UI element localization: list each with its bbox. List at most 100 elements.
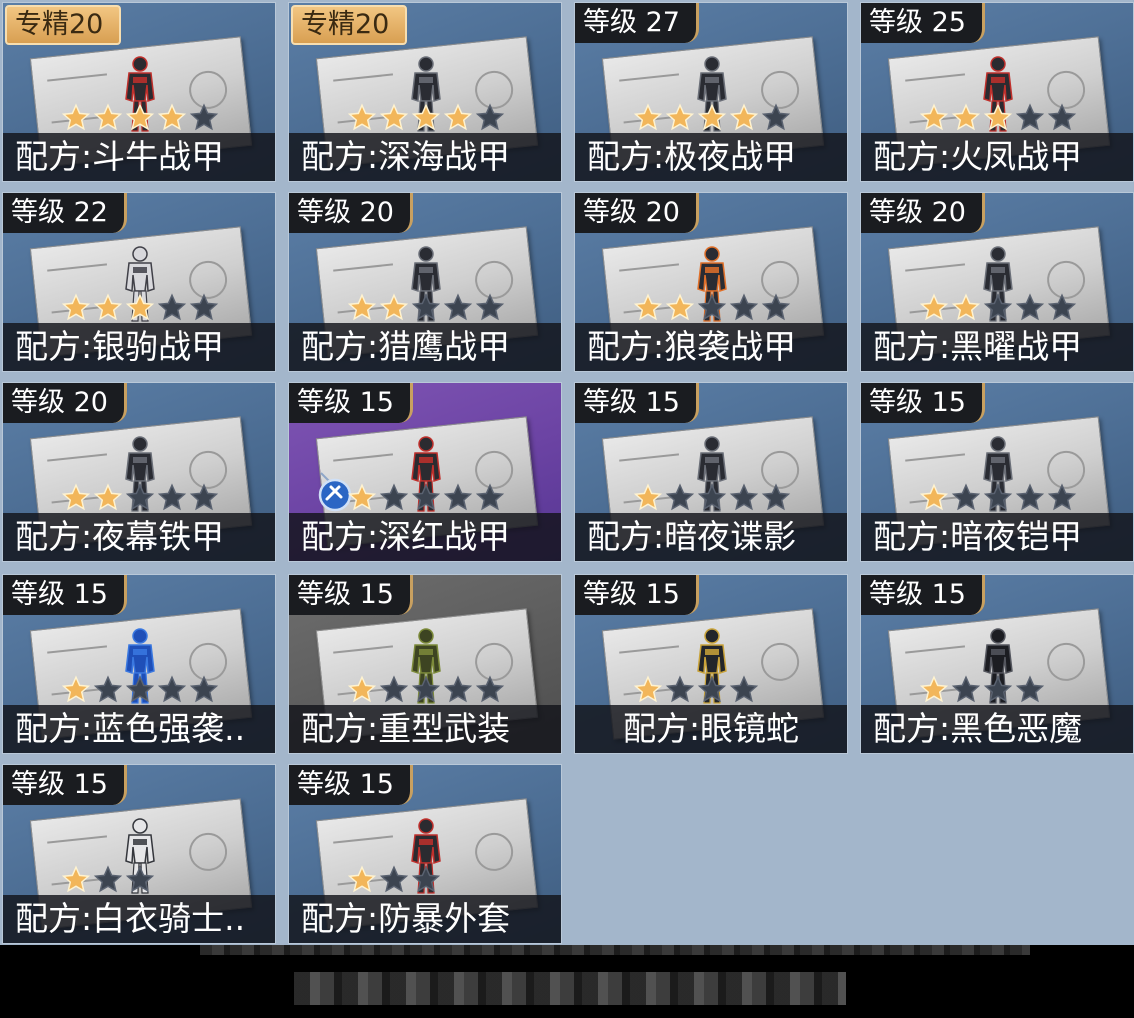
star-rating [919,483,1077,513]
level-badge: 等级 25 [861,3,985,43]
star-empty-icon [761,103,791,133]
level-badge: 等级 15 [575,383,699,423]
star-filled-icon [61,483,91,513]
blurred-caption [294,972,846,1005]
blueprint-name: 配方:黑色恶魔 [861,705,1133,753]
blueprint-name: 配方:火凤战甲 [861,133,1133,181]
star-rating [633,483,791,513]
star-rating [61,103,219,133]
blueprint-card[interactable]: 等级 15 配方:黑色恶魔 [860,574,1134,754]
star-rating [919,293,1077,323]
star-rating [61,293,219,323]
star-filled-icon [93,483,123,513]
star-empty-icon [665,483,695,513]
star-filled-icon [633,103,663,133]
blueprint-grid: 专精20 配方:斗牛战甲 专精20 配方:深海战甲 等级 27 配方:极夜战甲 等级 25 配… [0,0,1134,945]
star-filled-icon [125,293,155,323]
blueprint-card[interactable]: 等级 15 配方:蓝色强袭.. [2,574,276,754]
star-empty-icon [189,675,219,705]
blueprint-name: 配方:暗夜铠甲 [861,513,1133,561]
star-filled-icon [919,103,949,133]
star-empty-icon [729,293,759,323]
star-filled-icon [633,675,663,705]
star-filled-icon [379,293,409,323]
star-empty-icon [125,483,155,513]
star-rating [633,103,791,133]
star-filled-icon [347,675,377,705]
blueprint-card[interactable]: 等级 20 配方:猎鹰战甲 [288,192,562,372]
blueprint-card[interactable]: 等级 20 配方:黑曜战甲 [860,192,1134,372]
blueprint-card[interactable]: 等级 15 配方:暗夜铠甲 [860,382,1134,562]
level-badge: 等级 15 [289,575,413,615]
star-filled-icon [665,293,695,323]
level-badge: 等级 15 [3,575,127,615]
blueprint-card[interactable]: 等级 15 配方:暗夜谍影 [574,382,848,562]
star-filled-icon [983,103,1013,133]
star-rating [919,675,1045,705]
blueprint-card[interactable]: 等级 15 配方:重型武装 [288,574,562,754]
blueprint-card[interactable]: 等级 25 配方:火凤战甲 [860,2,1134,182]
star-empty-icon [697,293,727,323]
blueprint-name: 配方:狼袭战甲 [575,323,847,371]
star-rating [347,293,505,323]
star-filled-icon [697,103,727,133]
star-filled-icon [951,293,981,323]
star-filled-icon [347,483,377,513]
blueprint-name: 配方:深红战甲 [289,513,561,561]
blueprint-card[interactable]: 等级 15 配方:眼镜蛇 [574,574,848,754]
star-rating [61,483,219,513]
star-empty-icon [1015,483,1045,513]
star-empty-icon [157,293,187,323]
level-badge: 专精20 [5,5,122,45]
star-empty-icon [1047,293,1077,323]
star-empty-icon [1015,293,1045,323]
level-badge: 等级 27 [575,3,699,43]
star-filled-icon [125,103,155,133]
star-filled-icon [157,103,187,133]
star-filled-icon [951,103,981,133]
blueprint-card[interactable]: 等级 20 配方:夜幕铁甲 [2,382,276,562]
blueprint-name: 配方:蓝色强袭.. [3,705,275,753]
blueprint-name: 配方:防暴外套 [289,895,561,943]
level-badge: 等级 20 [289,193,413,233]
blueprint-name: 配方:夜幕铁甲 [3,513,275,561]
blueprint-card[interactable]: 等级 20 配方:狼袭战甲 [574,192,848,372]
star-empty-icon [379,675,409,705]
star-empty-icon [729,675,759,705]
star-filled-icon [61,675,91,705]
star-rating [633,293,791,323]
star-empty-icon [125,675,155,705]
star-filled-icon [61,293,91,323]
star-empty-icon [697,483,727,513]
star-empty-icon [1015,103,1045,133]
blueprint-card[interactable]: 专精20 配方:深海战甲 [288,2,562,182]
star-empty-icon [411,483,441,513]
blueprint-card[interactable]: 等级 15 配方:防暴外套 [288,764,562,944]
star-filled-icon [919,483,949,513]
blueprint-card[interactable]: 等级 27 配方:极夜战甲 [574,2,848,182]
level-badge: 等级 15 [3,765,127,805]
blueprint-card[interactable]: 等级 15 配方:白衣骑士.. [2,764,276,944]
star-rating [633,675,759,705]
blueprint-card[interactable]: 专精20 配方:斗牛战甲 [2,2,276,182]
star-empty-icon [379,483,409,513]
star-filled-icon [93,103,123,133]
blueprint-card[interactable]: 等级 15 配方:深红战甲 [288,382,562,562]
star-empty-icon [983,483,1013,513]
star-rating [347,483,505,513]
blueprint-name: 配方:眼镜蛇 [575,705,847,753]
star-filled-icon [665,103,695,133]
blurred-strip [200,945,1030,955]
star-empty-icon [983,675,1013,705]
star-empty-icon [475,293,505,323]
star-empty-icon [411,865,441,895]
level-badge: 等级 15 [575,575,699,615]
blueprint-name: 配方:极夜战甲 [575,133,847,181]
star-filled-icon [633,483,663,513]
star-empty-icon [189,103,219,133]
blueprint-name: 配方:重型武装 [289,705,561,753]
star-filled-icon [411,103,441,133]
star-empty-icon [443,483,473,513]
blueprint-card[interactable]: 等级 22 配方:银驹战甲 [2,192,276,372]
star-empty-icon [761,483,791,513]
